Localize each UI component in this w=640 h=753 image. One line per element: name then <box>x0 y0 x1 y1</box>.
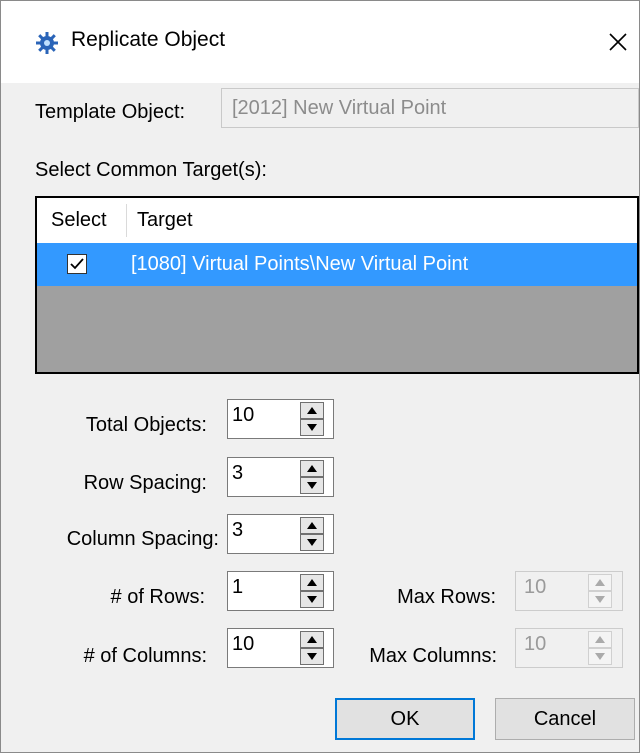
arrow-up-icon <box>307 579 317 586</box>
replicate-object-dialog: Replicate Object Template Object: [2012]… <box>0 0 640 753</box>
arrow-up-icon <box>307 465 317 472</box>
column-spacing-down-button[interactable] <box>300 534 324 551</box>
max-columns-down-button <box>588 648 612 665</box>
column-divider <box>126 204 127 237</box>
arrow-down-icon <box>307 653 317 660</box>
ok-button[interactable]: OK <box>335 698 475 740</box>
row-spacing-down-button[interactable] <box>300 477 324 494</box>
row-spacing-value[interactable]: 3 <box>228 458 298 496</box>
total-objects-label: Total Objects: <box>85 414 207 436</box>
cancel-button[interactable]: Cancel <box>495 698 635 740</box>
arrow-down-icon <box>307 424 317 431</box>
arrow-down-icon <box>307 539 317 546</box>
arrow-down-icon <box>307 482 317 489</box>
max-rows-down-button <box>588 591 612 608</box>
target-cell: [1080] Virtual Points\New Virtual Point <box>131 253 469 275</box>
arrow-up-icon <box>307 407 317 414</box>
total-objects-value[interactable]: 10 <box>228 400 298 438</box>
title-bar: Replicate Object <box>1 1 639 83</box>
max-columns-value: 10 <box>524 633 547 655</box>
column-header-target[interactable]: Target <box>137 198 193 243</box>
select-targets-label: Select Common Target(s): <box>35 159 267 181</box>
num-columns-stepper[interactable]: 10 <box>227 628 334 668</box>
arrow-down-icon <box>595 653 605 660</box>
select-checkbox[interactable] <box>67 254 87 274</box>
num-rows-down-button[interactable] <box>300 591 324 608</box>
max-rows-up-button <box>588 574 612 591</box>
total-objects-down-button[interactable] <box>300 419 324 436</box>
max-columns-up-button <box>588 631 612 648</box>
arrow-down-icon <box>307 596 317 603</box>
total-objects-stepper[interactable]: 10 <box>227 399 334 439</box>
arrow-down-icon <box>595 596 605 603</box>
close-button[interactable] <box>597 19 639 65</box>
arrow-up-icon <box>595 579 605 586</box>
arrow-up-icon <box>595 636 605 643</box>
max-rows-value: 10 <box>524 576 547 598</box>
dialog-title: Replicate Object <box>71 28 226 51</box>
num-columns-up-button[interactable] <box>300 631 324 648</box>
max-columns-label: Max Columns: <box>369 645 497 667</box>
num-rows-up-button[interactable] <box>300 574 324 591</box>
table-row[interactable]: [1080] Virtual Points\New Virtual Point <box>37 243 637 286</box>
arrow-up-icon <box>307 636 317 643</box>
num-columns-down-button[interactable] <box>300 648 324 665</box>
num-rows-label: # of Rows: <box>110 586 205 608</box>
check-icon <box>70 258 84 270</box>
template-object-label: Template Object: <box>35 101 186 123</box>
column-spacing-stepper[interactable]: 3 <box>227 514 334 554</box>
template-object-field: [2012] New Virtual Point <box>221 88 639 128</box>
row-spacing-label: Row Spacing: <box>83 472 207 494</box>
row-spacing-up-button[interactable] <box>300 460 324 477</box>
max-columns-stepper: 10 <box>515 628 623 668</box>
gear-icon <box>35 31 59 55</box>
targets-grid: Select Target [1080] Virtual Points\New … <box>35 196 639 374</box>
select-cell <box>37 243 127 286</box>
max-rows-stepper: 10 <box>515 571 623 611</box>
column-header-select[interactable]: Select <box>51 198 107 243</box>
num-rows-value[interactable]: 1 <box>228 572 298 610</box>
close-icon <box>609 33 627 51</box>
column-spacing-value[interactable]: 3 <box>228 515 298 553</box>
arrow-up-icon <box>307 522 317 529</box>
row-spacing-stepper[interactable]: 3 <box>227 457 334 497</box>
grid-header: Select Target <box>37 198 637 243</box>
num-rows-stepper[interactable]: 1 <box>227 571 334 611</box>
column-spacing-label: Column Spacing: <box>66 528 219 550</box>
total-objects-up-button[interactable] <box>300 402 324 419</box>
num-columns-value[interactable]: 10 <box>228 629 298 667</box>
num-columns-label: # of Columns: <box>83 645 207 667</box>
column-spacing-up-button[interactable] <box>300 517 324 534</box>
max-rows-label: Max Rows: <box>397 586 496 608</box>
